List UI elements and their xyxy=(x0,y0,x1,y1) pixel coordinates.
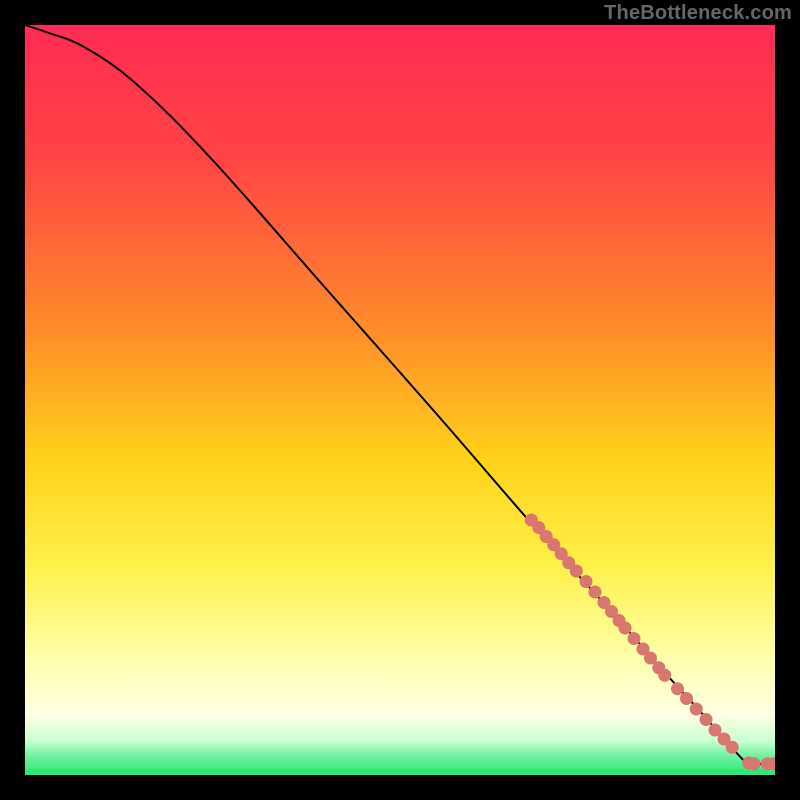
watermark-text: TheBottleneck.com xyxy=(604,2,792,25)
data-dot xyxy=(680,692,693,705)
data-dot xyxy=(690,703,703,716)
data-dot xyxy=(580,575,593,588)
data-dot xyxy=(570,565,583,578)
bottom-green-band xyxy=(25,769,775,775)
chart-stage: TheBottleneck.com xyxy=(0,0,800,800)
data-dot xyxy=(628,632,641,645)
data-dot xyxy=(619,622,632,635)
data-dot xyxy=(726,741,739,754)
plot-area xyxy=(25,25,775,775)
data-dot xyxy=(748,757,761,770)
data-dot xyxy=(658,669,671,682)
data-dot xyxy=(671,682,684,695)
data-dot xyxy=(589,586,602,599)
data-dot xyxy=(700,713,713,726)
plot-svg xyxy=(25,25,775,775)
